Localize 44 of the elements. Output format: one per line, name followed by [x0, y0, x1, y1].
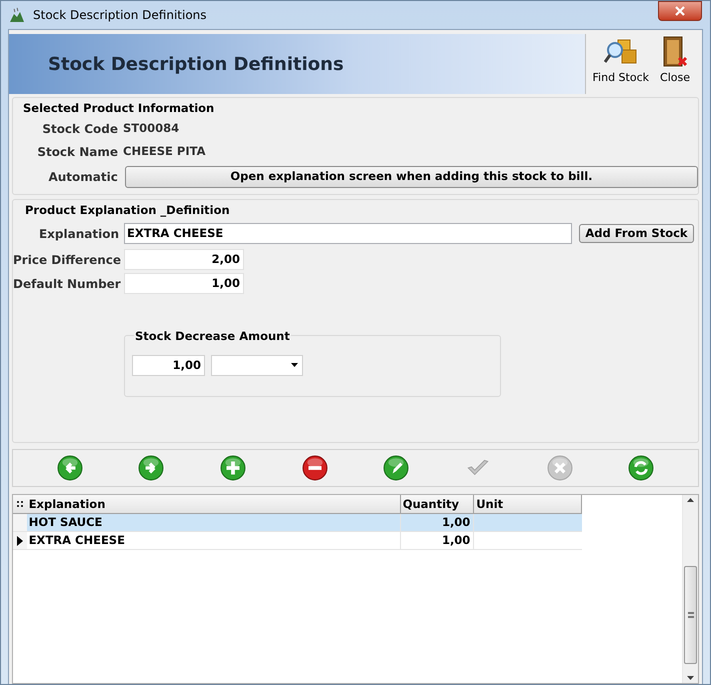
close-icon [675, 6, 685, 16]
window-title: Stock Description Definitions [33, 7, 207, 24]
field-label: Stock Name [36, 144, 118, 161]
column-header[interactable]: Quantity [400, 495, 474, 514]
amount-field[interactable]: 1,00 [132, 354, 205, 376]
field-label: Automatic [47, 168, 118, 186]
table-row[interactable]: EXTRA CHEESE 1,00 [13, 532, 582, 550]
default-number-field[interactable]: 1,00 [124, 273, 244, 294]
table-cell: EXTRA CHEESE [26, 532, 401, 550]
group-title: Selected Product Information [23, 100, 214, 117]
table-cell: HOT SAUCE [26, 514, 401, 532]
stock-code-value: ST00084 [123, 120, 180, 138]
toolbar-button[interactable]: Close [652, 34, 698, 94]
app-icon [9, 7, 25, 23]
column-header[interactable]: Explanation [26, 495, 401, 514]
table-cell: 1,00 [400, 532, 474, 550]
forward-arrow-icon[interactable] [137, 454, 166, 482]
field-label: Price Difference [13, 252, 119, 268]
field-label: Explanation [38, 226, 119, 242]
page-title: Stock Description Definitions [48, 52, 344, 76]
add-from-stock-button[interactable]: Add From Stock [579, 224, 694, 243]
group-title: Product Explanation _Definition [25, 202, 230, 220]
table-cell: 1,00 [400, 514, 474, 532]
grid-handle-icon [16, 501, 23, 508]
edit-icon[interactable] [382, 454, 410, 482]
column-header[interactable]: Unit [474, 495, 582, 514]
price-field[interactable]: 2,00 [124, 249, 244, 270]
plus-icon[interactable] [219, 454, 248, 482]
field-label: Default Number [13, 276, 119, 292]
explanation-field[interactable]: EXTRA CHEESE [124, 223, 572, 244]
minus-icon[interactable] [300, 454, 329, 482]
dropdown-arrow-icon [291, 363, 298, 368]
door-exit-icon [661, 36, 689, 68]
close-button[interactable] [658, 1, 702, 21]
field-label: Stock Code [41, 120, 118, 138]
table-row[interactable]: HOT SAUCE 1,00 [13, 514, 582, 532]
toolbar-button[interactable]: Find Stock [590, 34, 652, 94]
back-arrow-icon[interactable] [56, 454, 84, 482]
scroll-down-arrow-icon[interactable] [687, 676, 694, 680]
vertical-scrollbar[interactable] [682, 495, 698, 684]
automatic-button[interactable]: Open explanation screen when adding this stock to bill. [124, 166, 698, 188]
scroll-up-arrow-icon[interactable] [687, 498, 694, 502]
refresh-icon[interactable] [627, 454, 656, 482]
stock-name-value: CHEESE PITA [123, 143, 206, 160]
